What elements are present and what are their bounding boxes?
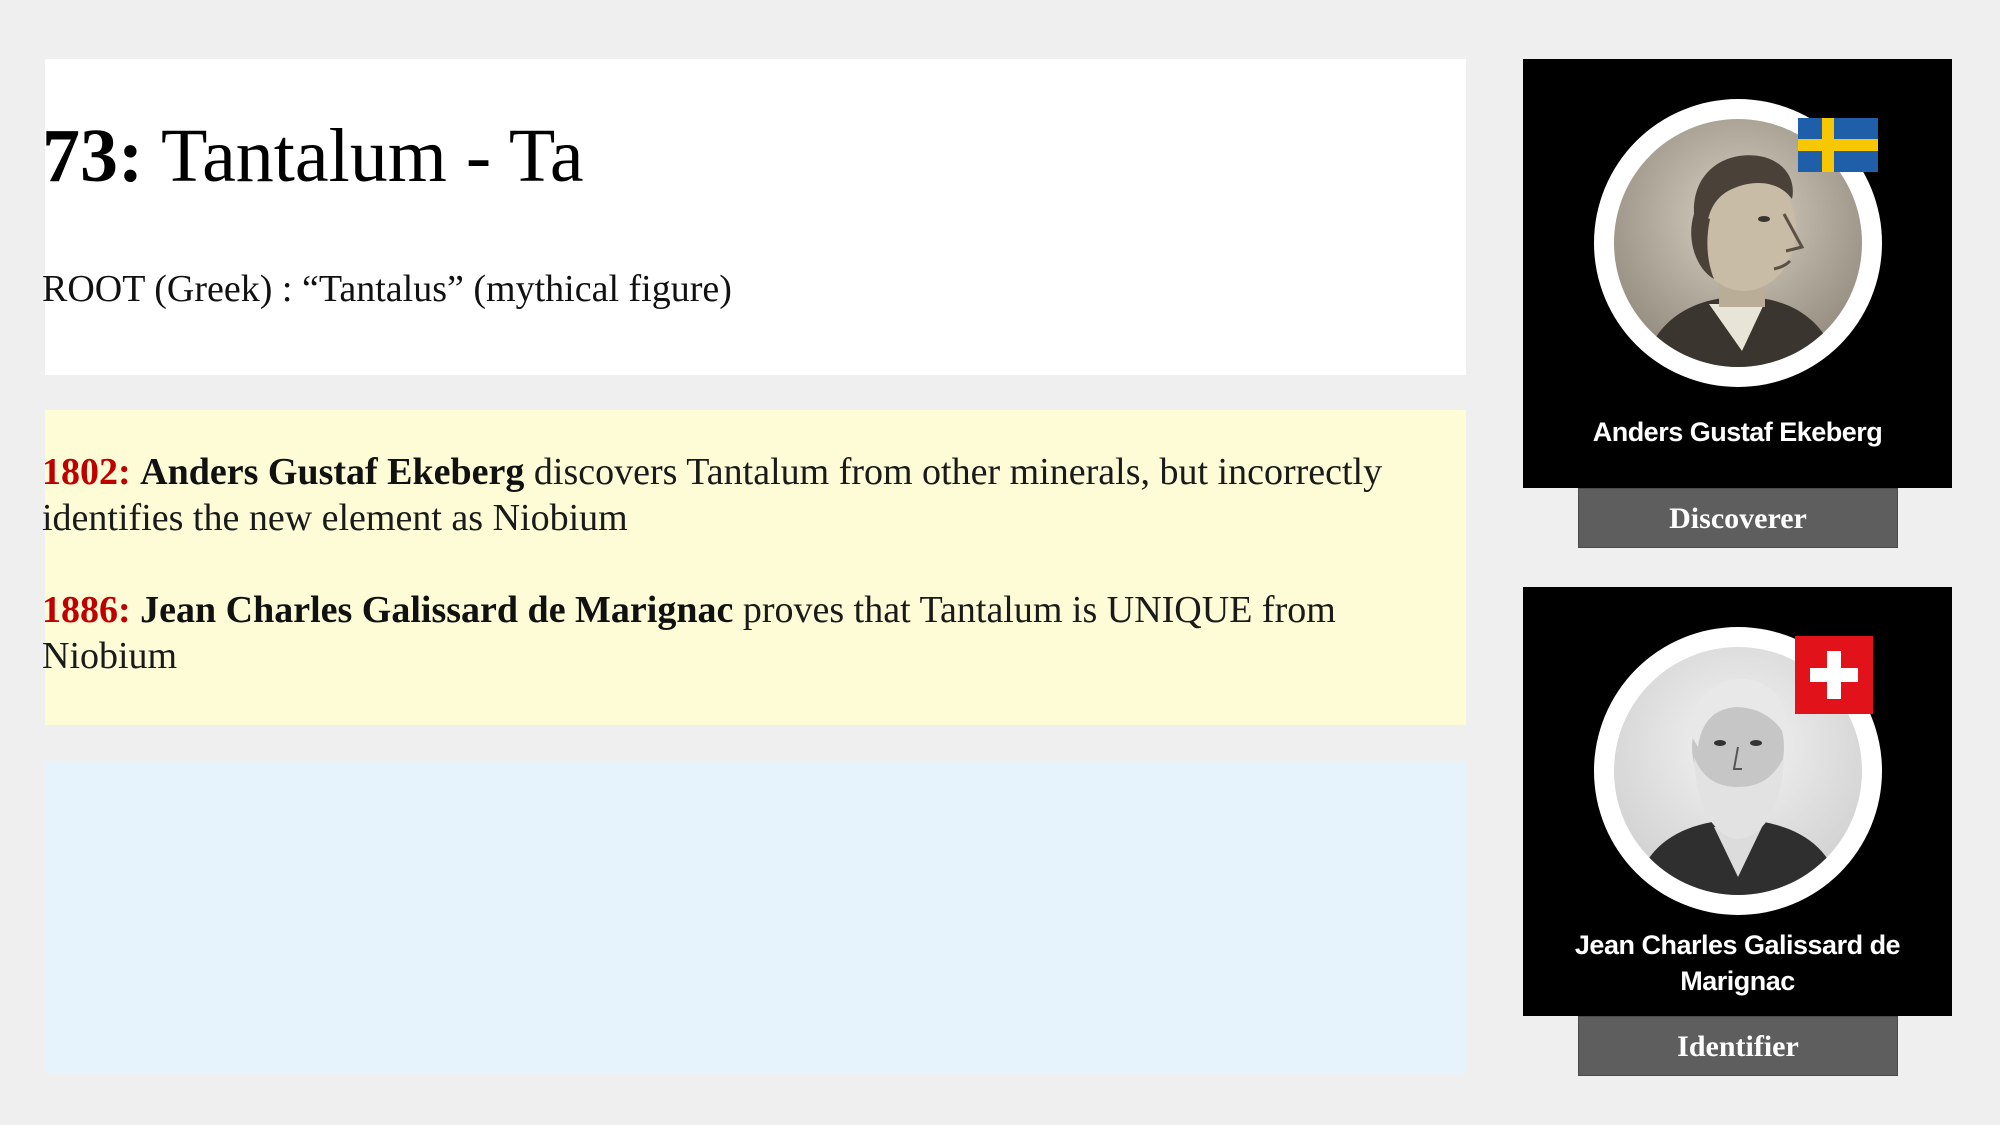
history-entry: 1802: Anders Gustaf Ekeberg discovers Ta… [42, 449, 1392, 541]
atomic-number: 73: [42, 114, 144, 198]
sweden-flag-icon [1798, 118, 1878, 172]
discoverer-label: Discoverer [1578, 488, 1898, 548]
discoverer-name: Anders Gustaf Ekeberg [1592, 417, 1883, 447]
discoverer-card: Anders Gustaf Ekeberg [1523, 59, 1952, 488]
element-name: Tantalum - Ta [160, 114, 584, 198]
identifier-card: Jean Charles Galissard de Marignac [1523, 587, 1952, 1016]
switzerland-flag-icon [1795, 636, 1873, 714]
title-panel [45, 59, 1466, 375]
history-entry: 1886: Jean Charles Galissard de Marignac… [42, 587, 1392, 679]
page-title: 73: Tantalum - Ta [42, 118, 584, 194]
history-year: 1886: [42, 589, 131, 631]
history-year: 1802: [42, 451, 131, 493]
root-etymology: ROOT (Greek) : “Tantalus” (mythical figu… [42, 268, 732, 310]
notes-panel [45, 761, 1466, 1074]
identifier-label: Identifier [1578, 1016, 1898, 1076]
history-person: Anders Gustaf Ekeberg [140, 451, 525, 493]
history-person: Jean Charles Galissard de Marignac [140, 589, 734, 631]
identifier-name: Jean Charles Galissard de Marignac [1574, 930, 1901, 996]
